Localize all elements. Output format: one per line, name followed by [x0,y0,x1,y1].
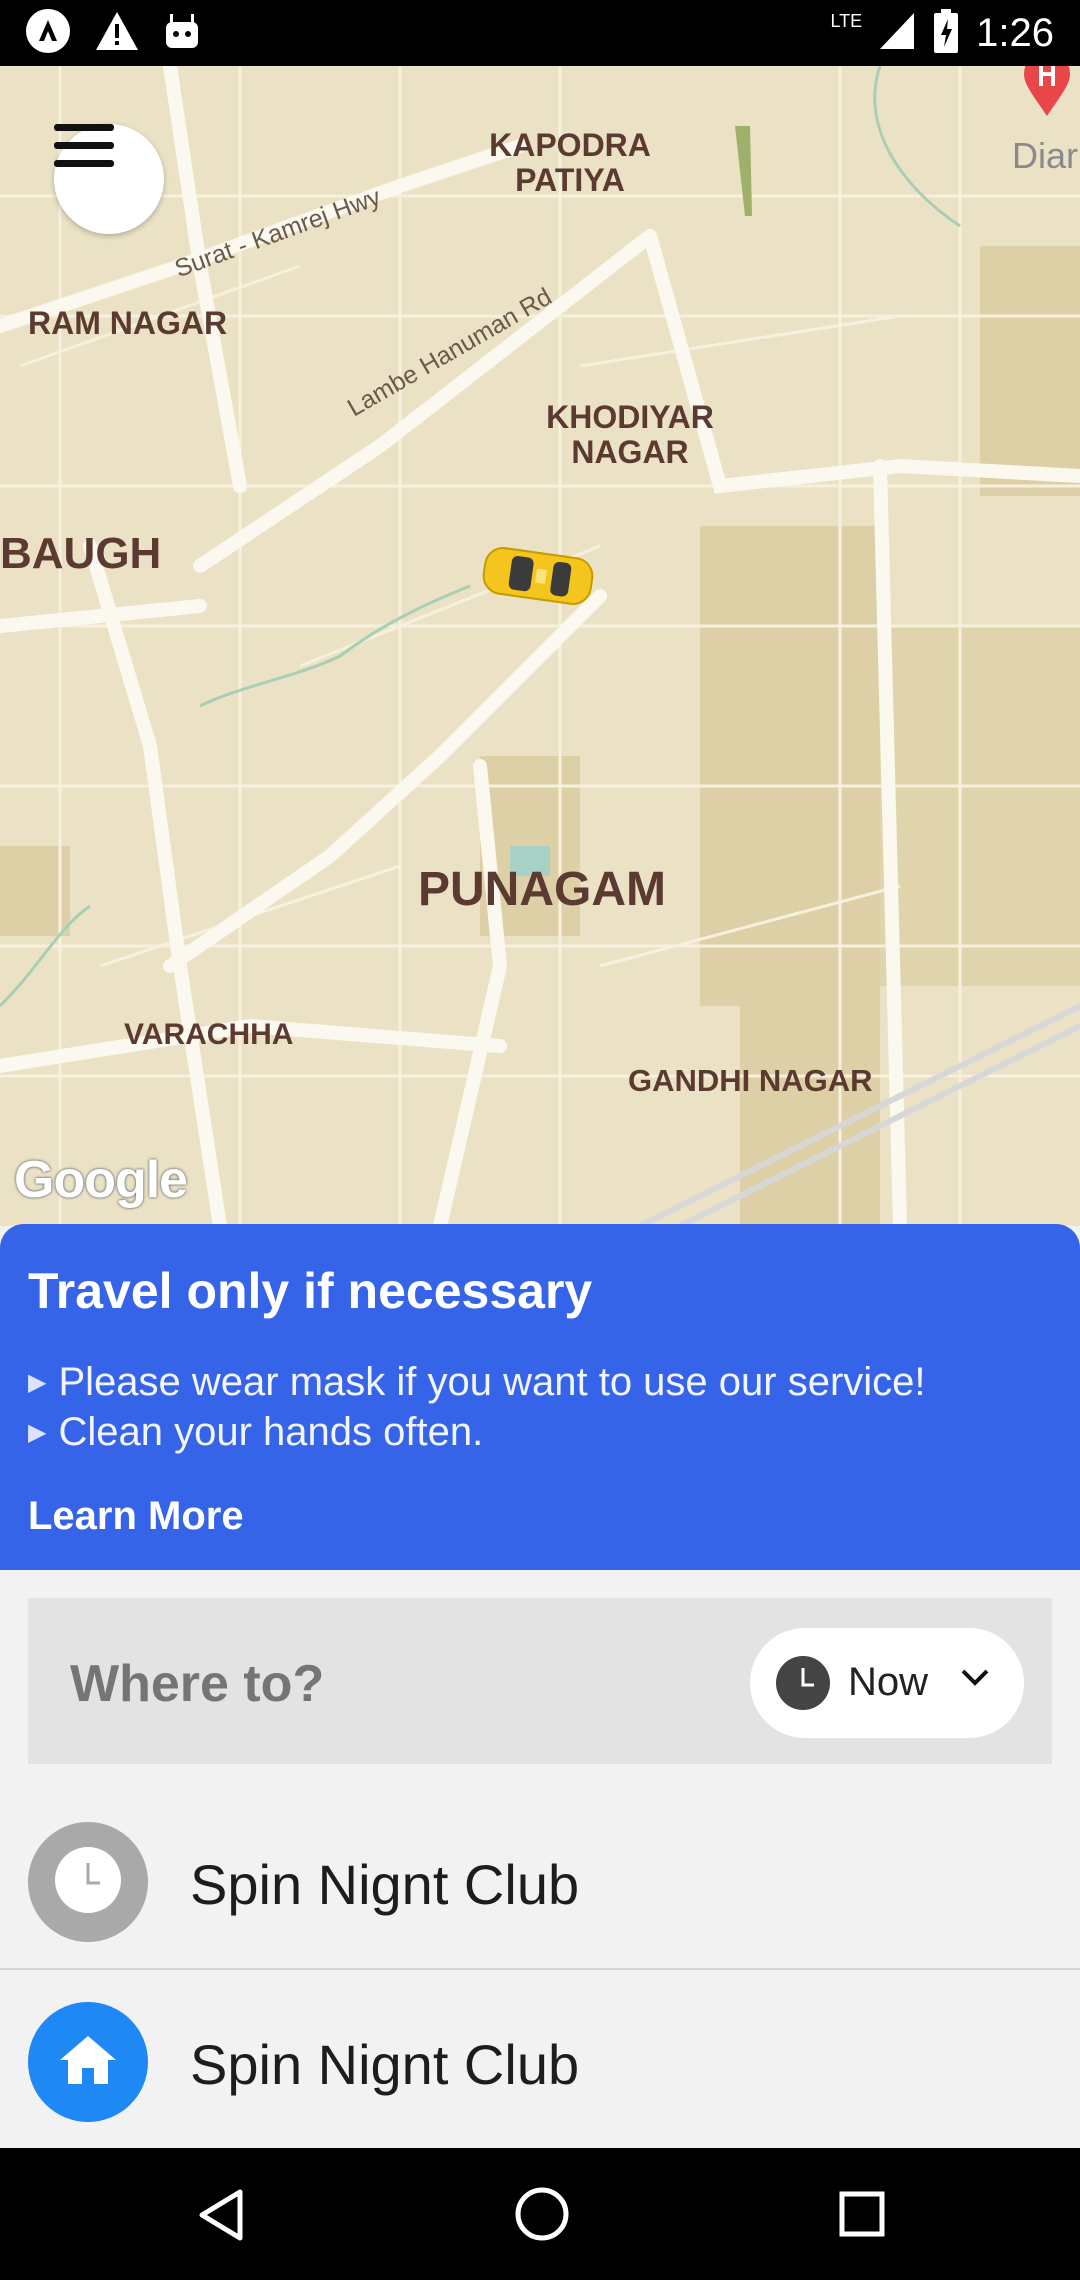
android-icon [162,10,202,57]
clock-icon [776,1656,830,1715]
home-avatar [28,2002,148,2122]
map-label-punagam: PUNAGAM [418,863,666,916]
banner-item: ▶ Please wear mask if you want to use ou… [28,1360,926,1405]
time-selector-button[interactable]: Now [750,1628,1024,1738]
map-view[interactable]: Diar KAPODRA PATIYA RAM NAGAR KHODIYAR N… [0,66,1080,1226]
home-nav-icon[interactable] [514,2186,570,2247]
divider [0,1968,1080,1970]
banner-item: ▶ Clean your hands often. [28,1410,483,1455]
lte-label: LTE [830,10,863,31]
banner-title: Travel only if necessary [28,1263,593,1319]
search-input[interactable]: Where to? [70,1654,324,1714]
navigation-bar [0,2148,1080,2280]
home-icon [58,2034,118,2091]
map-label-khodiyar-nagar: KHODIYAR NAGAR [546,399,714,471]
battery-icon [932,8,960,58]
search-box[interactable]: Where to? Now [28,1598,1052,1764]
clock-icon [55,1846,121,1918]
chevron-down-icon [960,1668,990,1693]
status-bar: LTE 1:26 [0,0,1080,66]
bullet-triangle-icon: ▶ [28,1419,47,1446]
recent-place-label: Spin Nignt Club [190,1853,580,1916]
saved-place-label: Spin Nignt Club [190,2033,580,2096]
recent-place-item[interactable]: Spin Nignt Club [0,1792,1080,1972]
clock-time: 1:26 [976,10,1054,55]
map-label-baugh: BAUGH [0,529,162,578]
safety-banner: Travel only if necessary ▶ Please wear m… [0,1224,1080,1570]
menu-button[interactable] [54,124,164,234]
map-label-diar: Diar [1012,135,1079,176]
back-icon[interactable] [196,2188,244,2247]
app-icon [24,7,72,60]
google-logo: Google [14,1151,188,1209]
saved-place-item[interactable]: Spin Nignt Club [0,1972,1080,2152]
signal-icon [878,11,916,56]
warning-icon [94,10,140,57]
map-label-varachha: VARACHHA [124,1018,294,1051]
map-label-gandhi-nagar: GANDHI NAGAR [628,1063,873,1098]
banner-item-text: Please wear mask if you want to use our … [58,1360,926,1404]
recents-icon[interactable] [838,2190,886,2243]
banner-item-text: Clean your hands often. [58,1410,484,1454]
learn-more-link[interactable]: Learn More [28,1494,244,1539]
map-label-kapodra-patiya: KAPODRA PATIYA [489,127,651,199]
time-selector-label: Now [848,1660,929,1704]
history-avatar [28,1822,148,1942]
map-label-ram-nagar: RAM NAGAR [28,305,228,341]
bullet-triangle-icon: ▶ [28,1369,47,1396]
